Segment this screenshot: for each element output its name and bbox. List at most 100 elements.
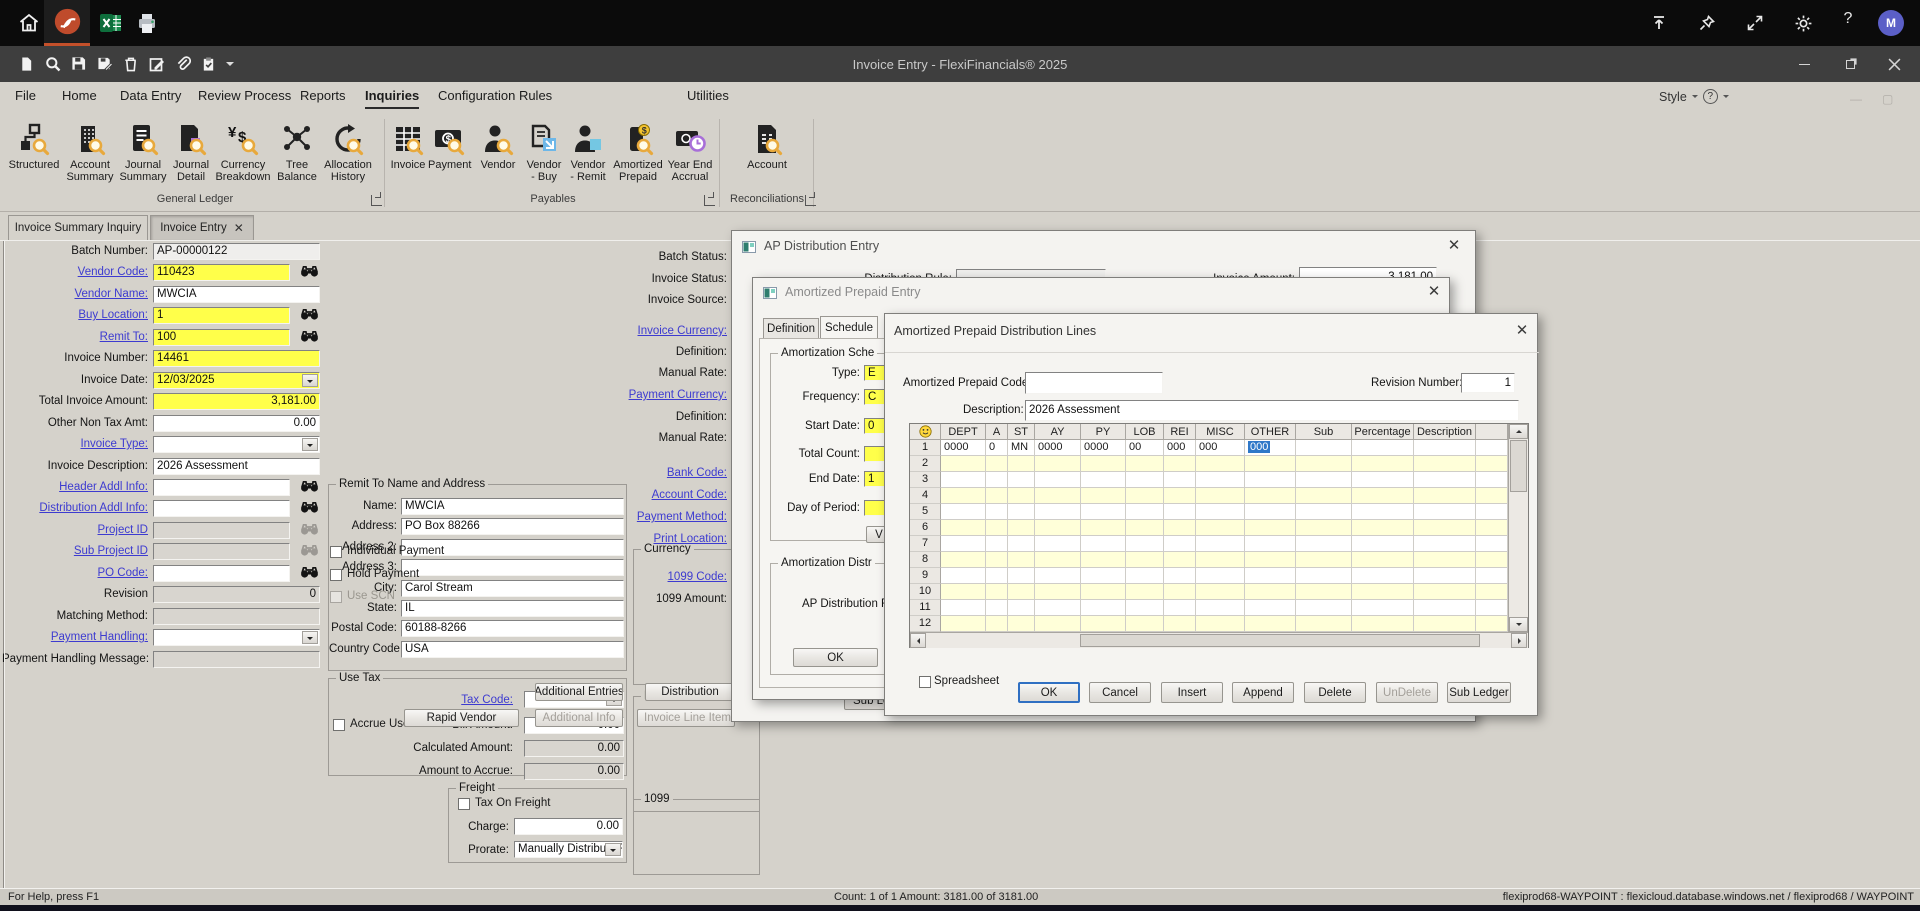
grid-cell-r9-filler[interactable] — [1476, 568, 1508, 584]
grid-cell-r7-dept[interactable] — [941, 536, 986, 552]
menu-item-review-process[interactable]: Review Process — [198, 88, 291, 107]
field-sub-project-id[interactable] — [153, 543, 290, 560]
grid-cell-r12-rei[interactable] — [1164, 616, 1196, 632]
grid-cell-r6-percentage[interactable] — [1352, 520, 1414, 536]
grid-cell-r10-py[interactable] — [1081, 584, 1126, 600]
grid-cell-r2-other[interactable] — [1245, 456, 1296, 472]
lookup-binoculars-icon[interactable] — [300, 264, 320, 278]
label-remit-to[interactable]: Remit To: — [2, 331, 148, 343]
grid-cell-r2-st[interactable] — [1008, 456, 1035, 472]
label-sub-project-id[interactable]: Sub Project ID — [2, 545, 148, 557]
delete-icon[interactable] — [122, 55, 139, 72]
printer-icon[interactable] — [134, 10, 160, 36]
grid-cell-r11-a[interactable] — [986, 600, 1008, 616]
grid-cell-r11-filler[interactable] — [1476, 600, 1508, 616]
grid-cell-r4-percentage[interactable] — [1352, 488, 1414, 504]
grid-cell-r3-sub[interactable] — [1296, 472, 1352, 488]
label-buy-location[interactable]: Buy Location: — [2, 309, 148, 321]
grid-header-other[interactable]: OTHER — [1245, 424, 1296, 440]
grid-cell-r10-misc[interactable] — [1196, 584, 1245, 600]
grid-cell-r11-misc[interactable] — [1196, 600, 1245, 616]
grid-cell-r8-sub[interactable] — [1296, 552, 1352, 568]
grid-row-number[interactable]: 5 — [910, 504, 941, 520]
vertical-scroll-thumb[interactable] — [1510, 440, 1527, 492]
grid-row-number[interactable]: 8 — [910, 552, 941, 568]
pin-icon[interactable] — [1694, 10, 1720, 36]
field-payment-handling[interactable] — [153, 629, 320, 646]
grid-cell-r1-dept[interactable]: 0000 — [941, 440, 986, 456]
grid-cell-r11-rei[interactable] — [1164, 600, 1196, 616]
grid-row-number[interactable]: 3 — [910, 472, 941, 488]
insert-button[interactable]: Insert — [1161, 682, 1223, 703]
lookup-binoculars-icon[interactable] — [300, 543, 320, 557]
menu-item-home[interactable]: Home — [62, 88, 97, 107]
grid-row-number[interactable]: 6 — [910, 520, 941, 536]
label-header-addl-info[interactable]: Header Addl Info: — [2, 481, 148, 493]
grid-cell-r7-description[interactable] — [1414, 536, 1476, 552]
grid-cell-r1-percentage[interactable] — [1352, 440, 1414, 456]
ok-button[interactable]: OK — [793, 648, 878, 667]
grid-cell-r10-sub[interactable] — [1296, 584, 1352, 600]
amortized-prepaid-code-field[interactable] — [1025, 372, 1163, 394]
grid-cell-r1-lob[interactable]: 00 — [1126, 440, 1164, 456]
menu-item-utilities[interactable]: Utilities — [687, 88, 729, 107]
close-button[interactable] — [1882, 54, 1906, 74]
grid-cell-r8-description[interactable] — [1414, 552, 1476, 568]
grid-cell-r12-filler[interactable] — [1476, 616, 1508, 632]
field-vendor-name[interactable]: MWCIA — [153, 286, 320, 303]
grid-cell-r1-sub[interactable] — [1296, 440, 1352, 456]
grid-row-number[interactable]: 12 — [910, 616, 941, 632]
charge-field[interactable]: 0.00 — [514, 818, 623, 835]
grid-cell-r10-other[interactable] — [1245, 584, 1296, 600]
label-1099-code-13[interactable]: 1099 Code: — [560, 571, 727, 583]
grid-vertical-scrollbar[interactable] — [1508, 424, 1528, 632]
grid-cell-r4-lob[interactable] — [1126, 488, 1164, 504]
grid-cell-r11-description[interactable] — [1414, 600, 1476, 616]
grid-cell-r3-misc[interactable] — [1196, 472, 1245, 488]
grid-cell-r8-dept[interactable] — [941, 552, 986, 568]
label-distribution-addl-info[interactable]: Distribution Addl Info: — [2, 502, 148, 514]
grid-cell-r6-sub[interactable] — [1296, 520, 1352, 536]
additional-entries-button[interactable]: Additional Entries — [535, 683, 623, 701]
grid-cell-r2-rei[interactable] — [1164, 456, 1196, 472]
grid-cell-r4-sub[interactable] — [1296, 488, 1352, 504]
grid-header-percentage[interactable]: Percentage — [1352, 424, 1414, 440]
grid-header-lob[interactable]: LOB — [1126, 424, 1164, 440]
grid-cell-r9-dept[interactable] — [941, 568, 986, 584]
label-vendor-name[interactable]: Vendor Name: — [2, 288, 148, 300]
grid-cell-r11-st[interactable] — [1008, 600, 1035, 616]
field-remit-to[interactable]: 100 — [153, 329, 290, 346]
save-as-icon[interactable] — [96, 55, 113, 72]
grid-cell-r3-filler[interactable] — [1476, 472, 1508, 488]
grid-cell-r6-other[interactable] — [1245, 520, 1296, 536]
label-payment-currency-6[interactable]: Payment Currency: — [560, 389, 727, 401]
label-payment-method-11[interactable]: Payment Method: — [560, 511, 727, 523]
grid-cell-r12-sub[interactable] — [1296, 616, 1352, 632]
grid-header-description[interactable]: Description — [1414, 424, 1476, 440]
grid-cell-r9-percentage[interactable] — [1352, 568, 1414, 584]
grid-row-number[interactable]: 10 — [910, 584, 941, 600]
grid-cell-r2-lob[interactable] — [1126, 456, 1164, 472]
avatar[interactable]: M — [1878, 10, 1904, 36]
grid-cell-r12-description[interactable] — [1414, 616, 1476, 632]
grid-cell-r6-filler[interactable] — [1476, 520, 1508, 536]
grid-header-misc[interactable]: MISC — [1196, 424, 1245, 440]
sub-ledger-button[interactable]: Sub Ledger — [1447, 682, 1511, 703]
grid-row-number[interactable]: 7 — [910, 536, 941, 552]
help-circle-icon[interactable]: ? — [1703, 89, 1718, 104]
grid-cell-r8-other[interactable] — [1245, 552, 1296, 568]
grid-cell-r3-st[interactable] — [1008, 472, 1035, 488]
grid-cell-r12-dept[interactable] — [941, 616, 986, 632]
grid-cell-r9-rei[interactable] — [1164, 568, 1196, 584]
grid-cell-r7-filler[interactable] — [1476, 536, 1508, 552]
flexifinancials-app-icon[interactable] — [44, 0, 90, 46]
home-icon[interactable] — [16, 10, 42, 36]
grid-cell-r5-misc[interactable] — [1196, 504, 1245, 520]
grid-cell-r10-percentage[interactable] — [1352, 584, 1414, 600]
grid-cell-r6-a[interactable] — [986, 520, 1008, 536]
grid-row-number[interactable]: 11 — [910, 600, 941, 616]
menu-item-inquiries[interactable]: Inquiries — [365, 88, 419, 109]
prorate-field[interactable]: Manually Distribute F — [514, 841, 623, 858]
grid-cell-r5-py[interactable] — [1081, 504, 1126, 520]
field-header-addl-info[interactable] — [153, 479, 290, 496]
